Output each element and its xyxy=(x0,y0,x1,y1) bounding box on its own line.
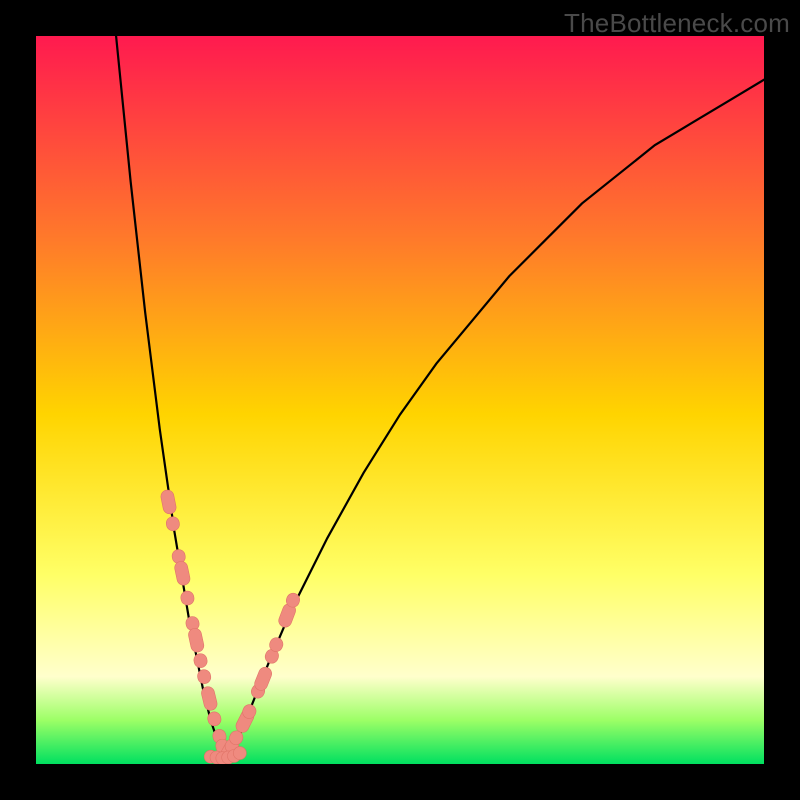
data-marker xyxy=(233,747,246,760)
chart-svg xyxy=(36,36,764,764)
chart-frame: TheBottleneck.com xyxy=(0,0,800,800)
plot-area xyxy=(36,36,764,764)
watermark-text: TheBottleneck.com xyxy=(564,8,790,39)
